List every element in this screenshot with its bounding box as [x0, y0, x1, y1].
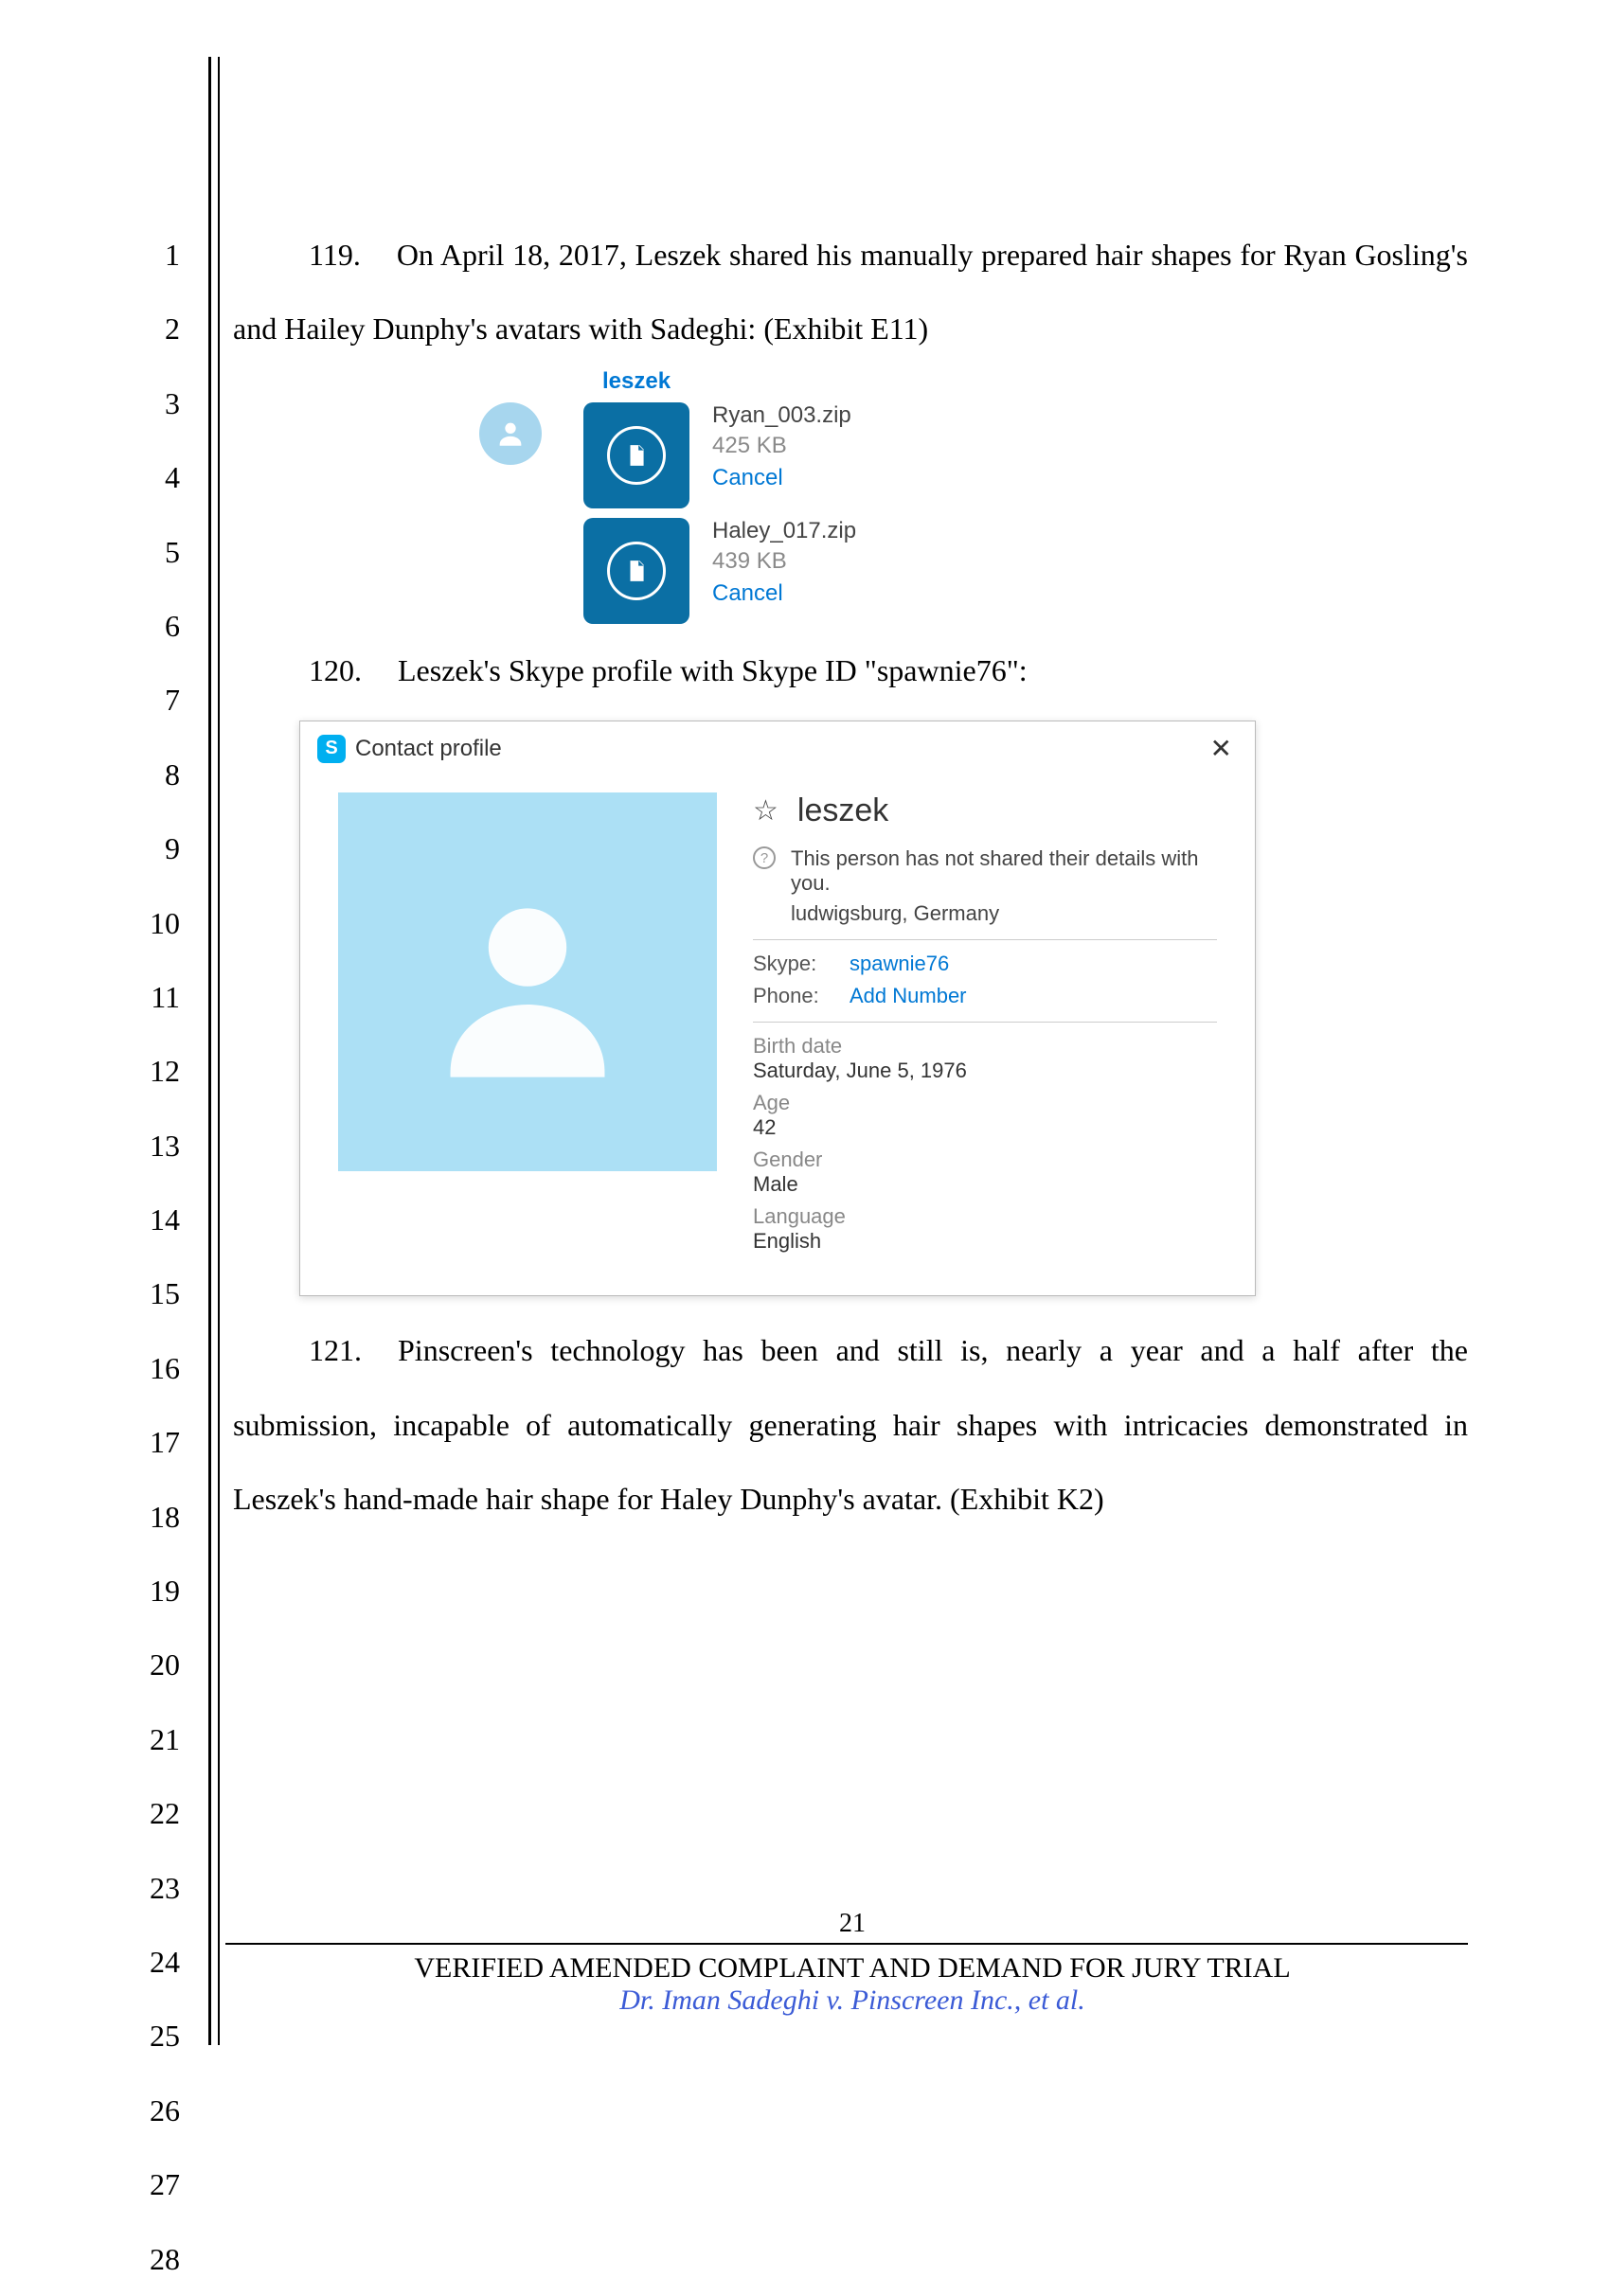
- skype-chat-exhibit: leszek Ryan_003.zip 425 KB Cancel: [479, 368, 1468, 624]
- file-size: 439 KB: [712, 548, 856, 575]
- line-number: 11: [114, 960, 180, 1034]
- skype-id-value[interactable]: spawnie76: [850, 952, 949, 976]
- line-number: 16: [114, 1331, 180, 1405]
- legal-page: 1234567891011121314151617181920212223242…: [114, 57, 1496, 2045]
- phone-label: Phone:: [753, 984, 832, 1008]
- file-name: Haley_017.zip: [712, 518, 856, 544]
- footer-rule: [225, 1943, 1468, 1945]
- file-icon: [607, 542, 666, 600]
- gender-value: Male: [753, 1172, 1217, 1197]
- footer-case-caption: Dr. Iman Sadeghi v. Pinscreen Inc., et a…: [208, 1985, 1496, 2017]
- divider: [753, 939, 1217, 940]
- line-number: 13: [114, 1109, 180, 1183]
- line-number: 2: [114, 292, 180, 365]
- line-number: 20: [114, 1628, 180, 1701]
- pleading-rules: [208, 57, 220, 2045]
- birth-date-label: Birth date: [753, 1034, 1217, 1059]
- line-number: 1: [114, 218, 180, 292]
- close-icon[interactable]: ✕: [1210, 733, 1238, 764]
- skype-profile-window: S Contact profile ✕ ☆ leszek ? This: [299, 721, 1256, 1296]
- para-text: Pinscreen's technology has been and stil…: [233, 1333, 1468, 1516]
- gender-label: Gender: [753, 1148, 1217, 1172]
- chat-avatar-col: [479, 402, 583, 465]
- favorite-star-icon[interactable]: ☆: [753, 794, 778, 828]
- skype-window-titlebar: S Contact profile ✕: [300, 721, 1255, 775]
- line-number: 19: [114, 1554, 180, 1628]
- line-number: 22: [114, 1776, 180, 1850]
- not-shared-text: This person has not shared their details…: [791, 846, 1217, 896]
- profile-display-name: leszek: [797, 792, 888, 829]
- skype-id-row: Skype: spawnie76: [753, 952, 1217, 976]
- paragraph-120: 120. Leszek's Skype profile with Skype ID…: [233, 633, 1468, 707]
- para-number: 120.: [309, 633, 362, 707]
- paragraph-121: 121.Pinscreen's technology has been and …: [233, 1313, 1468, 1536]
- line-number: 18: [114, 1480, 180, 1554]
- file-size: 425 KB: [712, 433, 851, 459]
- line-number: 7: [114, 663, 180, 737]
- line-number: 8: [114, 738, 180, 811]
- line-number-gutter: 1234567891011121314151617181920212223242…: [114, 57, 199, 2045]
- language-label: Language: [753, 1204, 1217, 1229]
- line-number: 23: [114, 1851, 180, 1925]
- line-number: 4: [114, 440, 180, 514]
- line-number: 14: [114, 1183, 180, 1256]
- line-number: 25: [114, 1999, 180, 2073]
- para-number: 121.: [309, 1313, 362, 1387]
- paragraph-119: 119.On April 18, 2017, Leszek shared his…: [233, 218, 1468, 366]
- file-attachment-tile[interactable]: [583, 402, 689, 508]
- profile-name-row: ☆ leszek: [753, 792, 1217, 829]
- para-number: 119.: [309, 218, 361, 292]
- page-footer: 21 VERIFIED AMENDED COMPLAINT AND DEMAND…: [208, 1909, 1496, 2017]
- line-number: 6: [114, 589, 180, 663]
- age-label: Age: [753, 1091, 1217, 1115]
- footer-title: VERIFIED AMENDED COMPLAINT AND DEMAND FO…: [208, 1952, 1496, 1985]
- profile-details: ☆ leszek ? This person has not shared th…: [753, 792, 1217, 1261]
- file-attachment-tile[interactable]: [583, 518, 689, 624]
- file-name: Ryan_003.zip: [712, 402, 851, 429]
- profile-location: ludwigsburg, Germany: [791, 901, 1217, 926]
- para-text: Leszek's Skype profile with Skype ID "sp…: [398, 653, 1028, 687]
- chat-sender-name: leszek: [602, 368, 1468, 395]
- age-value: 42: [753, 1115, 1217, 1140]
- line-number: 10: [114, 886, 180, 960]
- file-cancel-link[interactable]: Cancel: [712, 465, 851, 491]
- file-meta: Ryan_003.zip 425 KB Cancel: [712, 402, 851, 491]
- phone-row: Phone: Add Number: [753, 984, 1217, 1008]
- birth-date-value: Saturday, June 5, 1976: [753, 1059, 1217, 1083]
- divider: [753, 1022, 1217, 1023]
- profile-picture-placeholder: [338, 792, 717, 1171]
- skype-window-title: Contact profile: [355, 736, 502, 762]
- user-avatar-icon: [479, 402, 542, 465]
- line-number: 3: [114, 366, 180, 440]
- skype-logo-icon: S: [317, 735, 346, 763]
- page-number: 21: [208, 1909, 1496, 1939]
- line-number: 15: [114, 1256, 180, 1330]
- add-number-link[interactable]: Add Number: [850, 984, 967, 1008]
- line-number: 9: [114, 811, 180, 885]
- line-number: 12: [114, 1034, 180, 1108]
- skype-profile-body: ☆ leszek ? This person has not shared th…: [300, 775, 1255, 1295]
- not-shared-row: ? This person has not shared their detai…: [753, 846, 1217, 926]
- line-number: 28: [114, 2222, 180, 2296]
- para-text: On April 18, 2017, Leszek shared his man…: [233, 238, 1468, 346]
- line-number: 24: [114, 1925, 180, 1999]
- file-meta: Haley_017.zip 439 KB Cancel: [712, 518, 856, 607]
- file-cancel-link[interactable]: Cancel: [712, 580, 856, 607]
- file-icon: [607, 426, 666, 485]
- chat-file-row-1: Ryan_003.zip 425 KB Cancel: [479, 402, 1468, 508]
- line-number: 21: [114, 1702, 180, 1776]
- line-number: 27: [114, 2147, 180, 2221]
- page-content: 119.On April 18, 2017, Leszek shared his…: [199, 57, 1496, 2045]
- line-number: 17: [114, 1405, 180, 1479]
- chat-file-row-2: Haley_017.zip 439 KB Cancel: [479, 518, 1468, 624]
- info-icon: ?: [753, 846, 776, 869]
- line-number: 26: [114, 2074, 180, 2147]
- line-number: 5: [114, 515, 180, 589]
- language-value: English: [753, 1229, 1217, 1254]
- skype-id-label: Skype:: [753, 952, 832, 976]
